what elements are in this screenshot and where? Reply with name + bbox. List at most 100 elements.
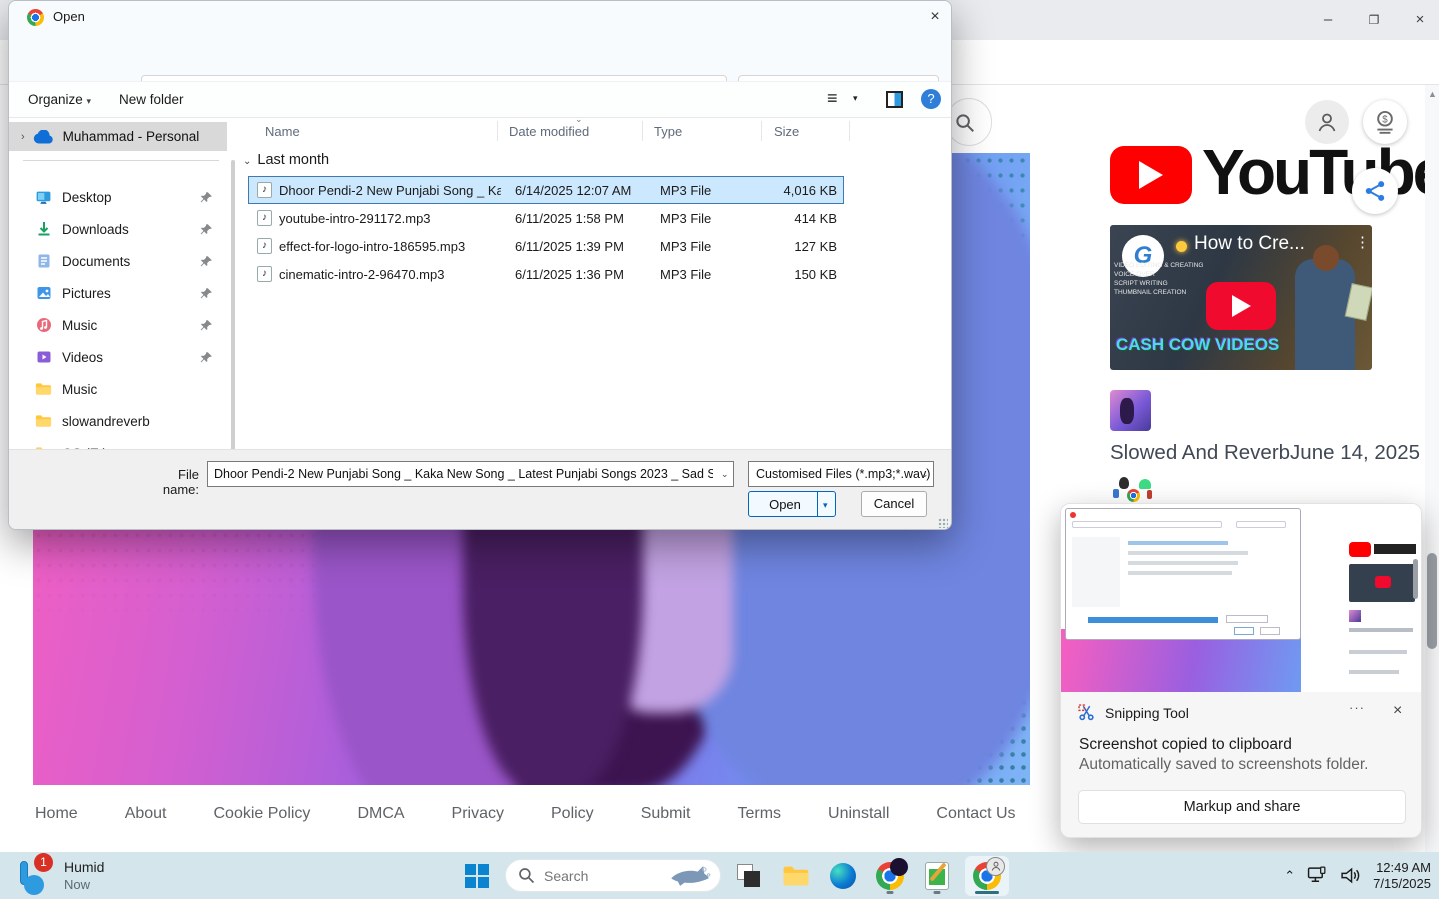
footer-link-dmca[interactable]: DMCA bbox=[357, 805, 404, 823]
onedrive-cloud-icon bbox=[33, 130, 53, 144]
notification-title: Screenshot copied to clipboard bbox=[1079, 736, 1292, 754]
dialog-close-icon[interactable]: × bbox=[924, 6, 946, 28]
file-explorer-button[interactable] bbox=[777, 856, 815, 896]
mini-dialog bbox=[1065, 508, 1301, 640]
mini-filetype bbox=[1226, 615, 1268, 623]
file-type-select[interactable]: Customised Files (*.mp3;*.wav) bbox=[748, 461, 934, 487]
sidebar-item-music[interactable]: Music bbox=[21, 310, 221, 340]
task-view-button[interactable] bbox=[730, 856, 768, 896]
weather-ball-icon bbox=[24, 875, 44, 895]
open-dropdown-icon[interactable]: ▾ bbox=[823, 500, 828, 511]
start-button[interactable] bbox=[458, 856, 496, 896]
sidebar-scrollbar[interactable] bbox=[231, 160, 235, 449]
file-date: 6/11/2025 1:39 PM bbox=[515, 239, 645, 254]
window-close-button[interactable]: × bbox=[1410, 10, 1430, 30]
footer-link-contact-us[interactable]: Contact Us bbox=[936, 805, 1015, 823]
sidebar-item-os-drive[interactable]: OS (E:) bbox=[21, 438, 221, 449]
sidebar-item-videos[interactable]: Videos bbox=[21, 342, 221, 372]
chrome-icon bbox=[27, 9, 44, 26]
caret-down-icon: ▾ bbox=[87, 96, 92, 106]
volume-icon[interactable] bbox=[1340, 867, 1361, 884]
weather-widget[interactable]: 1 Humid Now bbox=[12, 852, 104, 899]
page-scrollbar[interactable]: ▲ bbox=[1425, 85, 1439, 852]
taskbar-search-input[interactable] bbox=[544, 868, 664, 884]
column-header-size[interactable]: Size bbox=[774, 124, 799, 139]
taskbar-search[interactable] bbox=[505, 859, 721, 892]
group-header[interactable]: ⌄Last month bbox=[243, 152, 329, 168]
file-row[interactable]: ♪ youtube-intro-291172.mp3 6/11/2025 1:5… bbox=[249, 205, 843, 231]
dialog-titlebar[interactable]: Open × bbox=[9, 1, 951, 33]
footer-link-home[interactable]: Home bbox=[35, 805, 78, 823]
mini-addressbar bbox=[1072, 521, 1222, 528]
footer-link-about[interactable]: About bbox=[125, 805, 167, 823]
footer-link-privacy[interactable]: Privacy bbox=[452, 805, 504, 823]
organize-button[interactable]: Organize ▾ bbox=[28, 92, 91, 107]
chrome-active-button[interactable] bbox=[965, 856, 1009, 896]
file-row[interactable]: ♪ cinematic-intro-2-96470.mp3 6/11/2025 … bbox=[249, 261, 843, 287]
person-icon bbox=[1315, 110, 1339, 134]
notification-close-icon[interactable]: × bbox=[1393, 702, 1402, 720]
videos-icon bbox=[36, 349, 52, 365]
window-minimize-button[interactable]: – bbox=[1318, 10, 1338, 30]
taskbar-clock[interactable]: 12:49 AM 7/15/2025 bbox=[1373, 860, 1431, 892]
page-scrollbar-thumb[interactable] bbox=[1427, 553, 1437, 649]
thumbnail-play-button[interactable] bbox=[1206, 282, 1276, 330]
column-header-name[interactable]: Name bbox=[265, 124, 300, 139]
cancel-button[interactable]: Cancel bbox=[861, 491, 927, 517]
file-date: 6/11/2025 1:58 PM bbox=[515, 211, 645, 226]
view-caret-icon[interactable]: ▾ bbox=[853, 93, 858, 104]
post-thumbnail[interactable] bbox=[1110, 390, 1151, 431]
share-button[interactable] bbox=[1352, 168, 1398, 214]
view-list-icon[interactable]: ≡ bbox=[827, 88, 838, 109]
notification-app-name: Snipping Tool bbox=[1105, 705, 1189, 721]
sidebar-item-documents[interactable]: Documents bbox=[21, 246, 221, 276]
share-icon bbox=[1364, 180, 1386, 202]
header-divider bbox=[849, 121, 850, 141]
notification-more-icon[interactable]: ··· bbox=[1349, 700, 1365, 715]
file-row[interactable]: ♪ effect-for-logo-intro-186595.mp3 6/11/… bbox=[249, 233, 843, 259]
youtube-logo-icon[interactable] bbox=[1110, 146, 1192, 204]
edge-button[interactable] bbox=[824, 856, 862, 896]
sidebar-item-desktop[interactable]: Desktop bbox=[21, 182, 221, 212]
preview-pane-icon[interactable] bbox=[886, 91, 903, 108]
column-header-type[interactable]: Type bbox=[654, 124, 682, 139]
footer-link-cookie-policy[interactable]: Cookie Policy bbox=[214, 805, 311, 823]
markup-and-share-button[interactable]: Markup and share bbox=[1078, 790, 1406, 824]
file-name-dropdown-icon[interactable]: ⌄ bbox=[721, 469, 729, 480]
mp3-file-icon: ♪ bbox=[257, 266, 272, 282]
sidebar-item-slowandreverb[interactable]: slowandreverb bbox=[21, 406, 221, 436]
network-icon[interactable] bbox=[1307, 866, 1328, 885]
footer-link-submit[interactable]: Submit bbox=[641, 805, 691, 823]
markup-app-button[interactable] bbox=[918, 856, 956, 896]
sidebar-item-downloads[interactable]: Downloads bbox=[21, 214, 221, 244]
file-name-input[interactable] bbox=[207, 461, 734, 487]
footer-link-uninstall[interactable]: Uninstall bbox=[828, 805, 889, 823]
sidebar-item-pictures[interactable]: Pictures bbox=[21, 278, 221, 308]
resize-grip[interactable] bbox=[938, 518, 948, 528]
file-row-selected[interactable]: ♪ Dhoor Pendi-2 New Punjabi Song _ Kaka … bbox=[249, 177, 843, 203]
screenshot-preview[interactable] bbox=[1061, 504, 1422, 692]
pin-icon bbox=[200, 223, 213, 236]
column-header-date[interactable]: Date modified bbox=[509, 124, 589, 139]
video-menu-icon[interactable]: ⋮ bbox=[1355, 233, 1370, 251]
footer-link-terms[interactable]: Terms bbox=[737, 805, 781, 823]
footer-link-policy[interactable]: Policy bbox=[551, 805, 594, 823]
page-search-pill[interactable] bbox=[946, 98, 992, 146]
chrome-button[interactable] bbox=[871, 856, 909, 896]
sidebar-item-onedrive[interactable]: › Muhammad - Personal bbox=[9, 122, 227, 151]
window-restore-button[interactable]: ❐ bbox=[1364, 10, 1384, 30]
dollar-icon bbox=[1372, 109, 1398, 135]
desktop-icon bbox=[35, 189, 52, 206]
pin-icon bbox=[200, 191, 213, 204]
help-icon[interactable]: ? bbox=[921, 89, 941, 109]
collapse-icon[interactable]: ⌄ bbox=[243, 156, 251, 167]
sidebar-label: Music bbox=[62, 318, 97, 333]
scroll-up-arrow[interactable]: ▲ bbox=[1428, 89, 1437, 99]
post-title[interactable]: Slowed And ReverbJune 14, 2025 bbox=[1110, 441, 1420, 465]
running-indicator bbox=[887, 891, 894, 894]
video-thumbnail[interactable]: G How to Cre... ⋮ VIDEO EDITING & CREATI… bbox=[1110, 225, 1372, 370]
play-triangle bbox=[1139, 161, 1163, 189]
tray-chevron-icon[interactable]: ⌃ bbox=[1284, 868, 1295, 884]
new-folder-button[interactable]: New folder bbox=[119, 92, 184, 107]
sidebar-item-music-folder[interactable]: Music bbox=[21, 374, 221, 404]
